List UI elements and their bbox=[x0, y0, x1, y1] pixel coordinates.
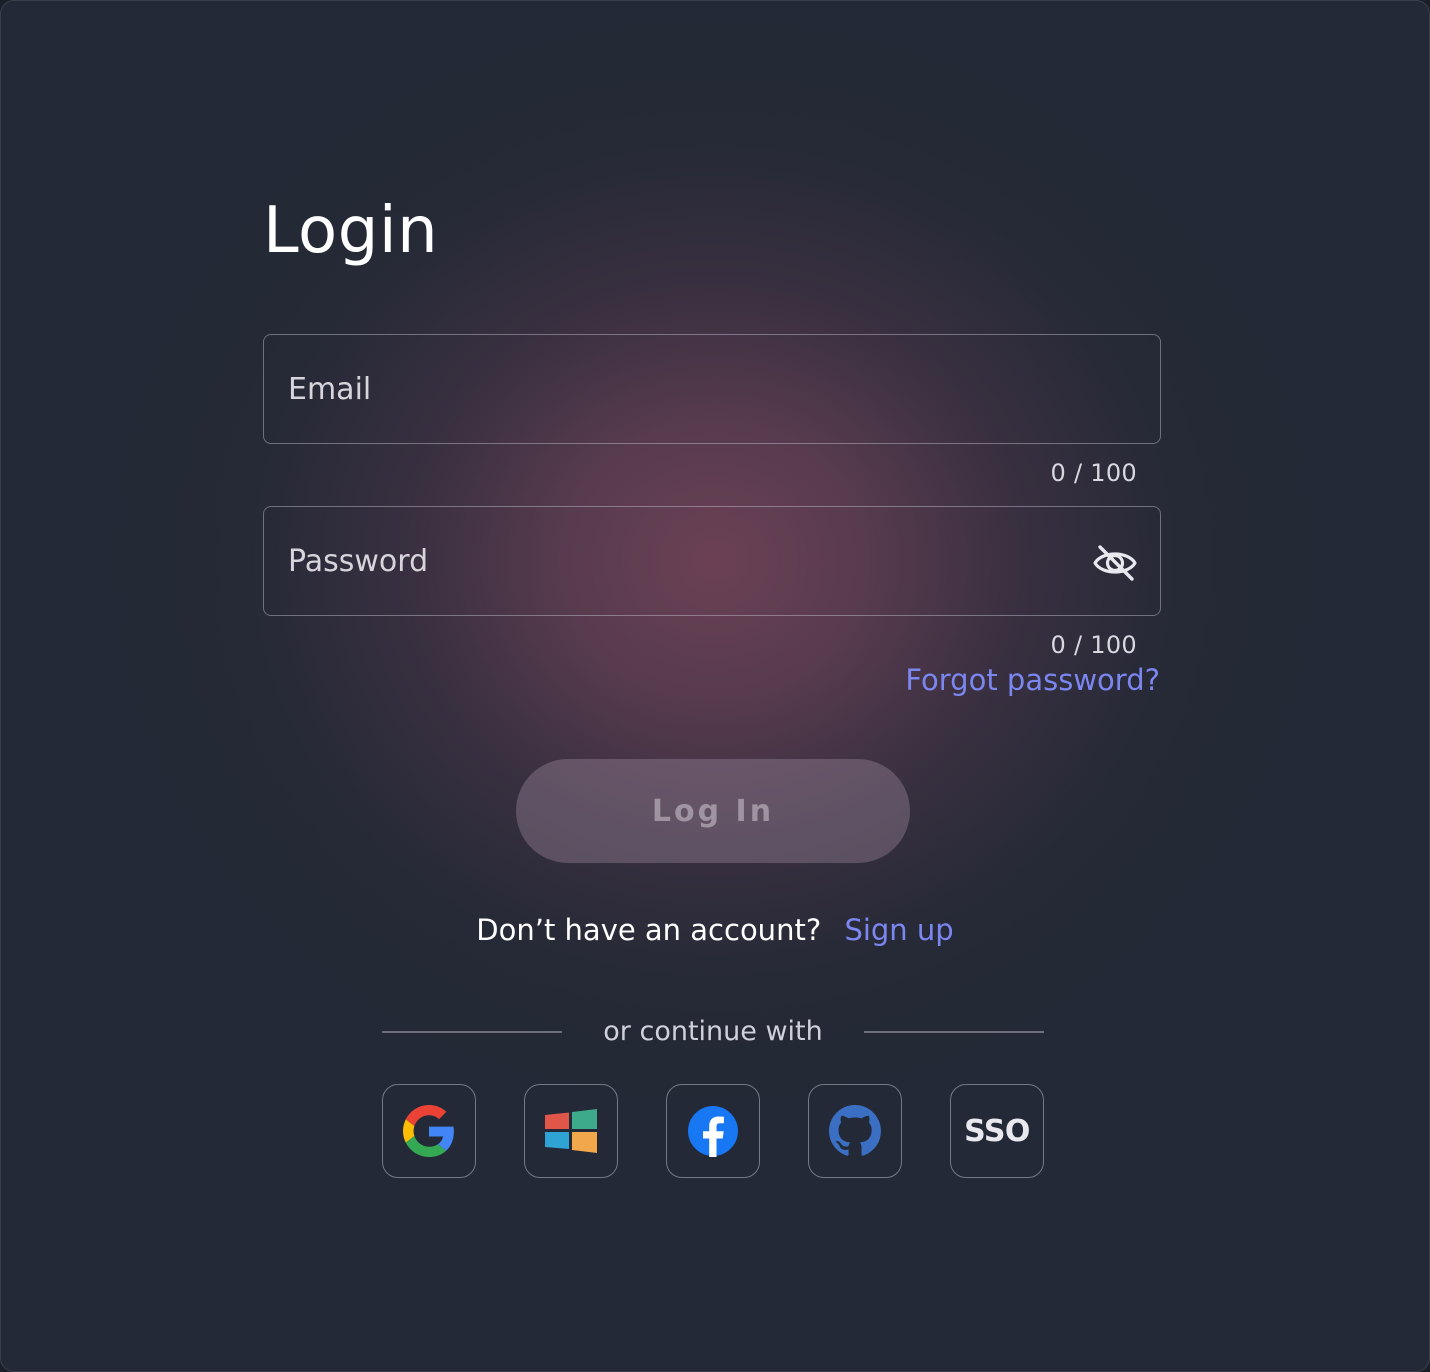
login-button[interactable]: Log In bbox=[516, 759, 910, 863]
divider-text: or continue with bbox=[603, 1016, 823, 1047]
google-icon bbox=[403, 1105, 454, 1157]
password-field[interactable] bbox=[263, 506, 1161, 616]
password-input[interactable] bbox=[264, 507, 1160, 615]
facebook-login-button[interactable] bbox=[666, 1084, 760, 1178]
toggle-password-visibility-button[interactable] bbox=[1092, 543, 1138, 583]
email-input[interactable] bbox=[264, 335, 1160, 443]
windows-login-button[interactable] bbox=[524, 1084, 618, 1178]
windows-icon bbox=[545, 1109, 597, 1153]
google-login-button[interactable] bbox=[382, 1084, 476, 1178]
page-title: Login bbox=[263, 194, 439, 268]
signup-row: Don’t have an account? Sign up bbox=[1, 913, 1429, 947]
facebook-icon bbox=[688, 1106, 738, 1157]
password-char-counter: 0 / 100 bbox=[1050, 631, 1137, 659]
login-card: Login 0 / 100 0 / 100 Forgot password? L… bbox=[0, 0, 1430, 1372]
eye-off-icon bbox=[1093, 545, 1137, 581]
signup-prompt: Don’t have an account? bbox=[476, 913, 822, 947]
sso-label: SSO bbox=[964, 1113, 1030, 1149]
github-icon bbox=[829, 1105, 881, 1156]
email-field[interactable] bbox=[263, 334, 1161, 444]
signup-link[interactable]: Sign up bbox=[844, 913, 953, 947]
sso-login-button[interactable]: SSO bbox=[950, 1084, 1044, 1178]
github-login-button[interactable] bbox=[808, 1084, 902, 1178]
divider-line-right bbox=[864, 1031, 1044, 1033]
email-char-counter: 0 / 100 bbox=[1050, 459, 1137, 487]
divider-line-left bbox=[382, 1031, 562, 1033]
forgot-password-link[interactable]: Forgot password? bbox=[905, 663, 1160, 697]
